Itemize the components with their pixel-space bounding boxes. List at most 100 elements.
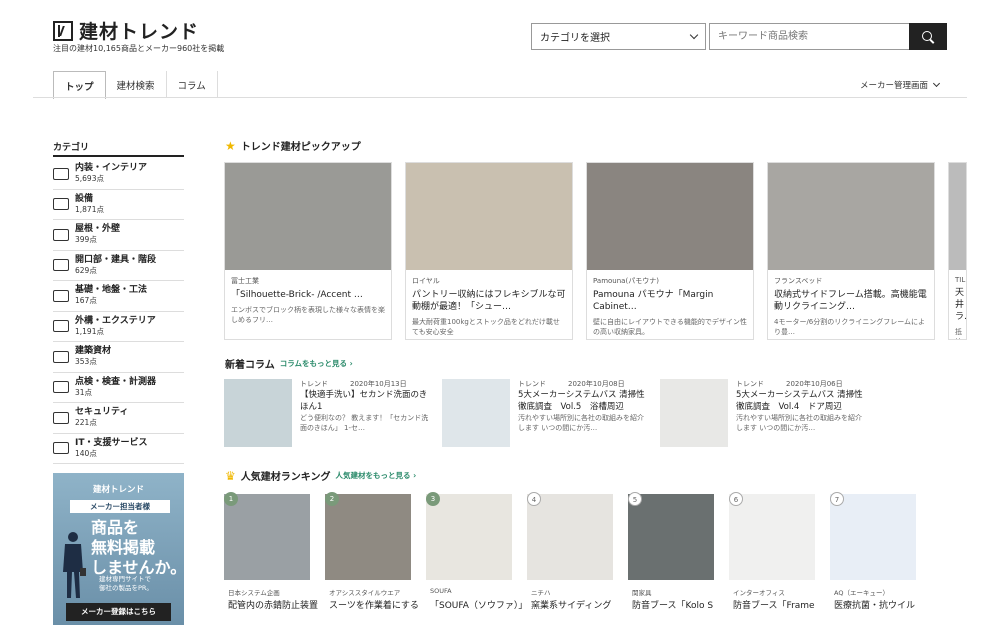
category-item[interactable]: 外構・エクステリア 1,191点 (53, 312, 184, 342)
column-title: 5大メーカーシステムバス 清掃性徹底調査 Vol.5 浴槽周辺 (518, 390, 645, 412)
ranking-company: SOUFA (430, 587, 452, 595)
category-label: 設備 (75, 193, 94, 204)
ranking-title[interactable]: 防音ブース「Frame (733, 598, 825, 611)
column-tag: トレンド (518, 380, 546, 388)
column-item[interactable]: トレンド 2020年10月06日 5大メーカーシステムバス 清掃性徹底調査 Vol.… (736, 379, 866, 433)
ranking-title[interactable]: 防音ブース「Kolo S (632, 598, 724, 611)
category-text: 開口部・建具・階段 629点 (75, 255, 156, 276)
ranking-number: 7 (830, 492, 844, 506)
column-image[interactable] (442, 379, 510, 447)
category-icon (53, 167, 69, 180)
search-button[interactable] (909, 23, 947, 50)
category-text: 基礎・地盤・工法 167点 (75, 285, 147, 306)
column-image[interactable] (224, 379, 292, 447)
category-text: 点検・検査・計測器 31点 (75, 377, 156, 398)
category-item[interactable]: 点検・検査・計測器 31点 (53, 373, 184, 403)
tab-top[interactable]: トップ (53, 71, 106, 99)
site-logo[interactable]: 建材トレンド (53, 17, 199, 44)
category-item[interactable]: 開口部・建具・階段 629点 (53, 251, 184, 281)
category-item[interactable]: セキュリティ 221点 (53, 403, 184, 434)
category-text: 建築資材 353点 (75, 346, 111, 367)
category-select-label: カテゴリを選択 (540, 33, 610, 44)
pickup-image (587, 163, 753, 270)
category-label: 外構・エクステリア (75, 315, 156, 326)
category-item[interactable]: 建築資材 353点 (53, 342, 184, 373)
category-title: カテゴリ (53, 143, 90, 153)
category-icon (53, 350, 69, 363)
category-item[interactable]: 基礎・地盤・工法 167点 (53, 281, 184, 312)
pickup-card[interactable]: フランスベッド 収納式サイドフレーム搭載。高機能電動リクライニング… 4モーター/6… (767, 162, 935, 340)
ranking-number: 1 (224, 492, 238, 506)
category-item[interactable]: 設備 1,871点 (53, 190, 184, 220)
ranking-company: 日本システム企画 (228, 589, 280, 597)
ranking-image[interactable] (325, 494, 411, 580)
banner-register-button[interactable]: メーカー登録はこちら (66, 603, 171, 621)
banner-logo: 建材トレンド (92, 485, 144, 495)
admin-link[interactable]: メーカー管理画面 (860, 79, 941, 91)
category-text: IT・支援サービス 140点 (75, 438, 148, 459)
ranking-image[interactable] (628, 494, 714, 580)
category-item[interactable]: IT・支援サービス 140点 (53, 434, 184, 464)
ranking-image[interactable] (729, 494, 815, 580)
pickup-desc: エンボスでブロック柄を表現した様々な表情を楽しめるフリ… (231, 306, 385, 324)
category-label: 内装・インテリア (75, 163, 148, 174)
category-label: 点検・検査・計測器 (75, 376, 157, 387)
column-meta: トレンド 2020年10月06日 (736, 379, 866, 389)
pickup-source: 冨士工業 (231, 277, 259, 285)
ranking-more-link[interactable]: 人気建材をもっと見る › (335, 470, 416, 481)
banner-sub: 建材専門サイトで 御社の製品をPR。 (99, 575, 153, 592)
column-desc: 汚れやすい場所別に各社の取組みを紹介します いつの間にか汚… (736, 414, 862, 432)
pickup-card[interactable]: TIL 天井ラ… 抵抗… (948, 162, 967, 340)
category-label: 基礎・地盤・工法 (75, 285, 148, 296)
tab-search[interactable]: 建材検索 (106, 71, 167, 98)
ranking-title[interactable]: 医療抗菌・抗ウイル (834, 598, 926, 611)
category-label: セキュリティ (75, 407, 129, 418)
ranking-image[interactable] (830, 494, 916, 580)
pickup-desc: 最大耐荷重100kgとストック品をどれだけ載せても安心安全 (412, 318, 560, 336)
admin-link-label: メーカー管理画面 (860, 81, 929, 91)
ranking-title[interactable]: 窯業系サイディング (531, 598, 623, 611)
pickup-card[interactable]: 冨士工業 「Silhouette-Brick- /Accent … エンボスでブロッ… (224, 162, 392, 340)
tab-divider (33, 97, 967, 98)
category-count: 1,191点 (75, 326, 104, 336)
column-title: 新着コラム (225, 360, 275, 371)
category-icon (53, 320, 69, 333)
column-item[interactable]: トレンド 2020年10月13日 【快適手洗い】セカンド洗面のきほん1 どう便利なの？… (300, 379, 430, 433)
column-image[interactable] (660, 379, 728, 447)
pickup-title: トレンド建材ピックアップ (240, 142, 361, 153)
category-select[interactable]: カテゴリを選択 (531, 23, 706, 50)
main-tabs: トップ 建材検索 コラム (53, 71, 218, 99)
column-item[interactable]: トレンド 2020年10月08日 5大メーカーシステムバス 清掃性徹底調査 Vol.… (518, 379, 648, 433)
tagline: 注目の建材10,165商品とメーカー960社を掲載 (53, 44, 225, 53)
pickup-image (225, 163, 391, 270)
category-count: 629点 (75, 265, 97, 275)
category-item[interactable]: 屋根・外壁 399点 (53, 220, 184, 251)
ranking-title[interactable]: スーツを作業着にする (329, 598, 421, 611)
logo-text: 建材トレンド (79, 21, 200, 43)
pickup-card[interactable]: ロイヤル パントリー収納にはフレキシブルな可動棚が最適！「シュー… 最大耐荷重100… (405, 162, 573, 340)
businessman-illustration (63, 532, 86, 598)
category-text: 設備 1,871点 (75, 194, 104, 215)
category-count: 31点 (75, 387, 93, 397)
ranking-image[interactable] (426, 494, 512, 580)
ranking-title[interactable]: 「SOUFA（ソウファ）」 (430, 598, 522, 611)
pickup-image (406, 163, 572, 270)
pickup-card[interactable]: Pamouna(パモウナ) Pamouna パモウナ「Margin Cabinet… (586, 162, 754, 340)
column-more-link[interactable]: コラムをもっと見る › (280, 358, 353, 369)
ranking-title[interactable]: 配管内の赤錆防止装置 (228, 598, 320, 611)
category-icon (53, 198, 69, 211)
chevron-down-icon (932, 79, 941, 88)
pickup-title: 収納式サイドフレーム搭載。高機能電動リクライニング… (774, 290, 927, 312)
pickup-image (768, 163, 934, 270)
pickup-desc: 抵抗… (955, 328, 966, 339)
pickup-source: フランスベッド (774, 277, 823, 285)
ranking-image[interactable] (224, 494, 310, 580)
category-icon (53, 381, 69, 394)
ranking-image[interactable] (527, 494, 613, 580)
category-count: 1,871点 (75, 204, 104, 214)
category-count: 5,693点 (75, 174, 104, 184)
category-count: 353点 (75, 357, 97, 367)
search-input[interactable] (709, 23, 909, 50)
tab-column[interactable]: コラム (167, 71, 218, 98)
category-item[interactable]: 内装・インテリア 5,693点 (53, 159, 184, 190)
